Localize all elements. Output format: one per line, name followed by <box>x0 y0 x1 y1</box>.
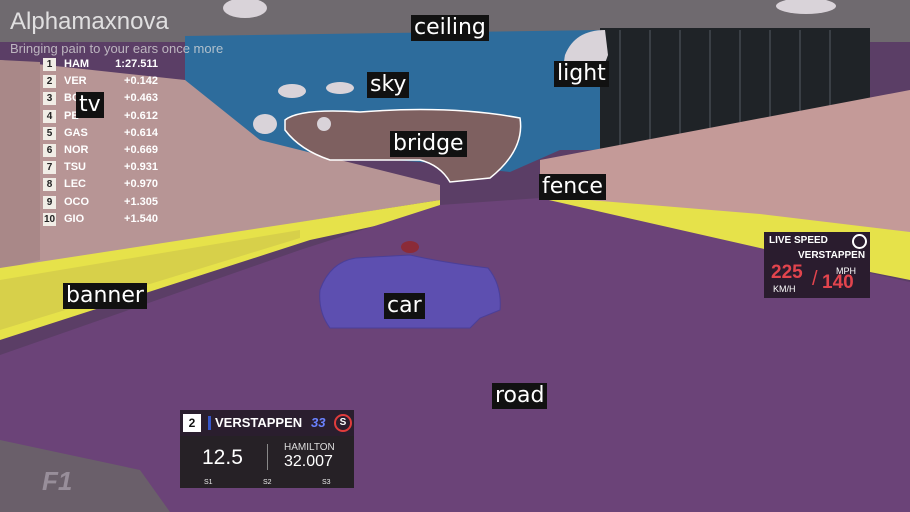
leaderboard-gap: 1:27.511 <box>115 58 158 70</box>
label-ceiling: ceiling <box>411 15 489 41</box>
rival-time: 32.007 <box>284 453 333 470</box>
sector-label: S3 <box>322 479 331 486</box>
leaderboard-driver: TSU <box>64 161 86 174</box>
label-fence: fence <box>539 174 606 200</box>
driver-number: 33 <box>311 415 326 430</box>
leaderboard-row: 6 NOR +0.669 <box>42 142 160 159</box>
sector-label: S1 <box>204 479 213 486</box>
leaderboard-driver: LEC <box>64 178 86 191</box>
leaderboard-position: 9 <box>43 195 56 209</box>
leaderboard-driver: HAM <box>64 58 90 70</box>
leaderboard-gap: +0.931 <box>124 161 158 174</box>
driver-gap-header: 2 VERSTAPPEN 33 S <box>180 410 354 436</box>
light-blob <box>326 82 354 94</box>
label-road: road <box>492 383 548 409</box>
label-bridge: bridge <box>390 131 467 157</box>
speed-kmh-value: 225 <box>771 262 803 283</box>
label-banner: banner <box>63 283 147 309</box>
channel-name: Alphamaxnova <box>10 8 169 35</box>
leaderboard-driver: GAS <box>64 126 88 139</box>
leaderboard-position: 6 <box>43 143 56 157</box>
leaderboard-position: 2 <box>43 75 56 89</box>
leaderboard-gap: +0.463 <box>124 92 158 105</box>
leaderboard-position: 4 <box>43 109 56 123</box>
leaderboard-position: 10 <box>43 212 56 226</box>
leaderboard-gap: +1.305 <box>124 195 158 208</box>
label-light: light <box>554 61 609 87</box>
sector-label: S2 <box>263 479 272 486</box>
light-blob <box>253 114 277 134</box>
live-speed-driver: VERSTAPPEN <box>798 250 866 261</box>
tyre-icon: S <box>334 414 352 432</box>
rival-name: HAMILTON <box>284 442 335 453</box>
leaderboard-driver: GIO <box>64 212 85 225</box>
leaderboard-row: 1 HAM 1:27.511 <box>42 56 160 73</box>
leaderboard-gap: +1.540 <box>124 212 158 225</box>
leaderboard-driver: VER <box>64 75 87 88</box>
leaderboard-gap: +0.614 <box>124 126 158 139</box>
leaderboard-position: 1 <box>43 58 56 71</box>
leaderboard-driver: OCO <box>64 195 90 208</box>
leaderboard-row: 10 GIO +1.540 <box>42 211 160 228</box>
leaderboard-driver: NOR <box>64 143 89 156</box>
leaderboard-position: 8 <box>43 178 56 192</box>
channel-tagline: Bringing pain to your ears once more <box>10 41 224 56</box>
label-car: car <box>384 293 425 319</box>
leaderboard-gap: +0.612 <box>124 109 158 122</box>
live-speed-widget: LIVE SPEED VERSTAPPEN 225 / KM/H MPH 140 <box>764 232 870 298</box>
label-tv: tv <box>76 92 104 118</box>
live-speed-title: LIVE SPEED <box>769 235 828 246</box>
leaderboard-gap: +0.669 <box>124 143 158 156</box>
fence-left-top <box>0 60 40 270</box>
leaderboard-row: 8 LEC +0.970 <box>42 176 160 193</box>
leaderboard-row: 9 OCO +1.305 <box>42 194 160 211</box>
leaderboard-position: 5 <box>43 126 56 140</box>
driver-position: 2 <box>183 414 201 432</box>
divider <box>267 444 268 470</box>
f1-logo: F1 <box>42 466 73 496</box>
leaderboard-gap: +0.142 <box>124 75 158 88</box>
speed-kmh-unit: KM/H <box>773 284 796 294</box>
speed-mph-value: 140 <box>822 272 854 293</box>
speed-divider: / <box>812 268 818 290</box>
leaderboard-gap: +0.970 <box>124 178 158 191</box>
driver-gap-widget: 2 VERSTAPPEN 33 S 12.5 HAMILTON 32.007 S… <box>180 410 354 488</box>
car-helmet <box>401 241 419 253</box>
leaderboard-row: 7 TSU +0.931 <box>42 159 160 176</box>
timing-tower: 1 HAM 1:27.511 2 VER +0.142 3 BO +0.463 4 PE +0.… <box>42 56 160 228</box>
driver-name: VERSTAPPEN <box>215 415 303 430</box>
light-blob <box>317 117 331 131</box>
leaderboard-row: 5 GAS +0.614 <box>42 125 160 142</box>
team-color-bar <box>208 416 211 430</box>
leaderboard-row: 2 VER +0.142 <box>42 73 160 90</box>
leaderboard-position: 7 <box>43 161 56 175</box>
speedometer-icon <box>852 234 867 249</box>
label-sky: sky <box>367 72 410 98</box>
gap-value: 12.5 <box>202 446 243 469</box>
light-blob <box>278 84 306 98</box>
leaderboard-position: 3 <box>43 92 56 106</box>
